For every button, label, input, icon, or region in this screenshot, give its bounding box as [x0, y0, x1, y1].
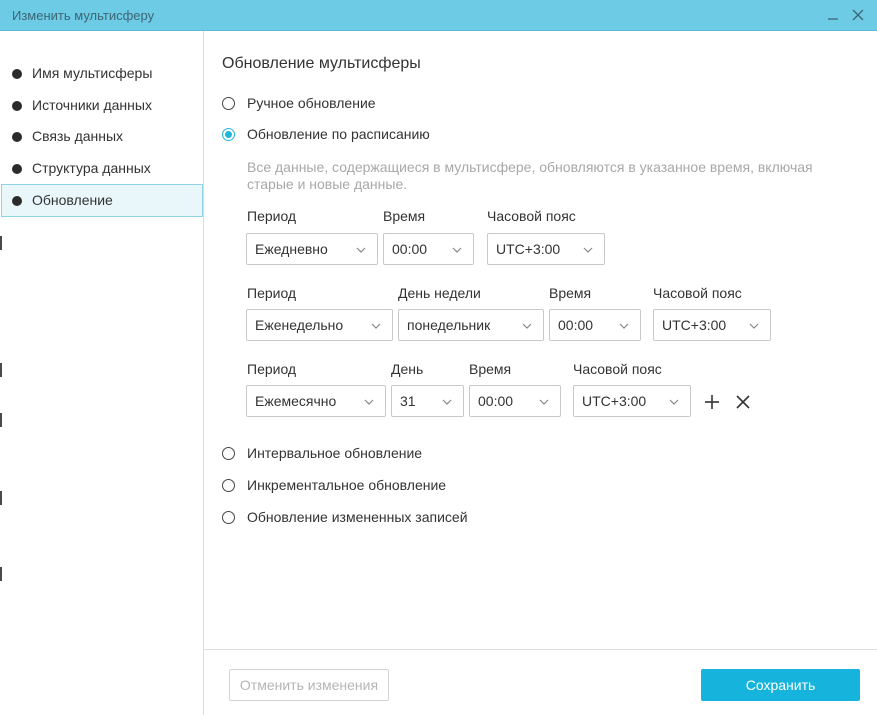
timezone-label: Часовой пояс [487, 208, 576, 224]
save-button[interactable]: Сохранить [701, 669, 860, 701]
chevron-down-icon [522, 323, 532, 329]
bullet-icon [12, 132, 22, 142]
period-label: Период [247, 285, 297, 301]
chevron-down-icon [619, 323, 629, 329]
minimize-icon[interactable] [822, 4, 844, 26]
sidebar: Имя мультисферы Источники данных Связь д… [0, 31, 204, 715]
select-value: 00:00 [558, 317, 594, 333]
bullet-icon [12, 164, 22, 174]
footer-divider [204, 649, 877, 650]
timezone-label: Часовой пояс [653, 285, 742, 301]
chevron-down-icon [442, 399, 452, 405]
time-select[interactable]: 00:00 [549, 309, 641, 341]
bullet-icon [12, 196, 22, 206]
bullet-icon [12, 101, 22, 111]
chevron-down-icon [583, 247, 593, 253]
select-value: понедельник [407, 317, 491, 333]
title-bar: Изменить мультисферу [0, 0, 877, 31]
dialog-window: Изменить мультисферу Имя мультисферы Ист… [0, 0, 877, 715]
sidebar-item-data-link[interactable]: Связь данных [1, 120, 203, 153]
select-value: 00:00 [478, 393, 514, 409]
sidebar-item-label: Источники данных [32, 97, 152, 113]
chevron-down-icon [371, 323, 381, 329]
chevron-down-icon [539, 399, 549, 405]
time-select[interactable]: 00:00 [383, 233, 474, 265]
sidebar-item-data-structure[interactable]: Структура данных [1, 152, 203, 185]
period-label: Период [247, 208, 297, 224]
period-select[interactable]: Еженедельно [246, 309, 393, 341]
select-value: UTC+3:00 [662, 317, 727, 333]
window-title: Изменить мультисферу [12, 8, 155, 23]
sidebar-item-multisphere-name[interactable]: Имя мультисферы [1, 57, 203, 90]
chevron-down-icon [749, 323, 759, 329]
select-value: Еженедельно [255, 317, 344, 333]
remove-schedule-close-icon[interactable] [733, 392, 753, 412]
select-value: 31 [400, 393, 416, 409]
chevron-down-icon [356, 247, 366, 253]
time-label: Время [383, 208, 426, 224]
timezone-select[interactable]: UTC+3:00 [653, 309, 771, 341]
cancel-changes-button[interactable]: Отменить изменения [229, 669, 389, 701]
sidebar-item-update[interactable]: Обновление [1, 184, 203, 217]
weekday-select[interactable]: понедельник [398, 309, 544, 341]
radio-button[interactable] [222, 97, 235, 110]
time-select[interactable]: 00:00 [469, 385, 561, 417]
option-label: Интервальное обновление [247, 445, 423, 461]
plus-icon[interactable] [702, 392, 722, 412]
timezone-select[interactable]: UTC+3:00 [487, 233, 605, 265]
period-select[interactable]: Ежемесячно [246, 385, 386, 417]
timezone-label: Часовой пояс [573, 361, 662, 377]
option-label: Ручное обновление [247, 95, 376, 111]
option-label: Обновление по расписанию [247, 126, 430, 142]
period-select[interactable]: Ежедневно [246, 233, 378, 265]
sidebar-item-label: Обновление [32, 192, 113, 208]
select-value: UTC+3:00 [496, 241, 561, 257]
time-label: Время [549, 285, 592, 301]
day-label: День [391, 361, 424, 377]
sidebar-item-data-sources[interactable]: Источники данных [1, 89, 203, 122]
chevron-down-icon [452, 247, 462, 253]
select-value: UTC+3:00 [582, 393, 647, 409]
time-label: Время [469, 361, 512, 377]
sidebar-item-label: Имя мультисферы [32, 65, 153, 81]
option-label: Инкрементальное обновление [247, 477, 447, 493]
select-value: Ежедневно [255, 241, 328, 257]
option-label: Обновление измененных записей [247, 509, 468, 525]
schedule-description: Все данные, содержащиеся в мультисфере, … [247, 159, 813, 192]
timezone-select[interactable]: UTC+3:00 [573, 385, 691, 417]
bullet-icon [12, 69, 22, 79]
radio-button[interactable] [222, 479, 235, 492]
close-icon[interactable] [847, 4, 869, 26]
chevron-down-icon [364, 399, 374, 405]
select-value: 00:00 [392, 241, 428, 257]
period-label: Период [247, 361, 297, 377]
radio-button[interactable] [222, 447, 235, 460]
radio-button-checked[interactable] [222, 128, 235, 141]
sidebar-item-label: Структура данных [32, 160, 151, 176]
radio-button[interactable] [222, 511, 235, 524]
day-select[interactable]: 31 [391, 385, 464, 417]
chevron-down-icon [669, 399, 679, 405]
select-value: Ежемесячно [255, 393, 337, 409]
weekday-label: День недели [398, 285, 481, 301]
main-content: Обновление мультисферы Ручное обновление… [204, 31, 877, 715]
page-title: Обновление мультисферы [222, 55, 421, 72]
sidebar-item-label: Связь данных [32, 128, 124, 144]
